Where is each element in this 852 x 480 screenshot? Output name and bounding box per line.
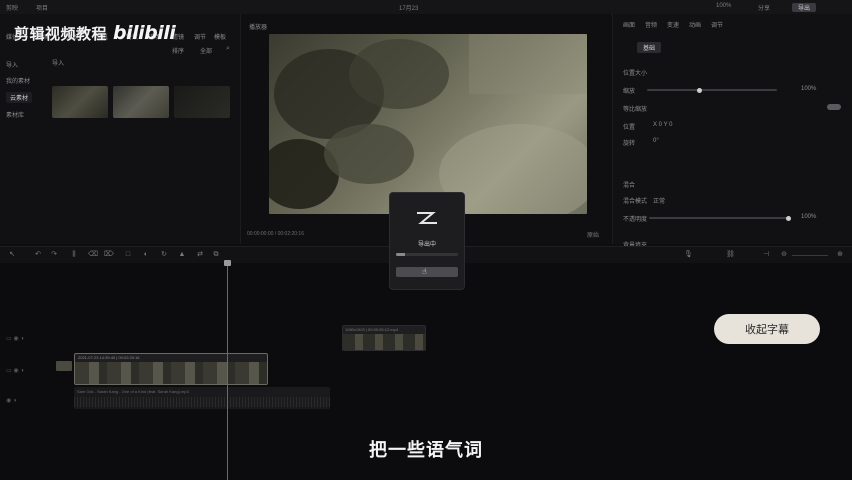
overlay-clip[interactable]: 1080x1920 | 00:00:05:12.mp4 [342, 325, 426, 351]
zoom-label[interactable]: 100% [716, 3, 731, 9]
scale-slider-knob[interactable] [697, 87, 702, 93]
crop-icon[interactable]: □ [124, 251, 132, 259]
sidebar-item-library[interactable]: 素材库 [6, 110, 24, 119]
link-icon[interactable]: ⛓ [726, 251, 735, 259]
uniform-scale-label: 等比缩放 [623, 107, 648, 113]
window-title: 17月23 [399, 6, 419, 12]
audio-clip-label: Sam Ock - Sarah Kang - One of a Kind (fe… [77, 389, 189, 394]
import-button[interactable]: 导入 [52, 58, 64, 67]
sort-button[interactable]: 排序 [172, 46, 184, 55]
track-controls-audio[interactable]: ◉ ◑ [6, 397, 17, 404]
media-thumbnail[interactable] [174, 86, 230, 118]
zoom-in-icon[interactable]: ⊕ [836, 251, 844, 259]
delete-left-icon[interactable]: ⌫ [88, 251, 98, 259]
tab-audio-props[interactable]: 音频 [645, 20, 657, 29]
blend-mode-label: 混合模式 [623, 199, 648, 205]
sidebar-item-cloud[interactable]: 云素材 [6, 92, 33, 103]
video-subtitle: 把一些语气词 [369, 440, 483, 461]
tab-adjust[interactable]: 调节 [194, 32, 206, 41]
overlay-clip-label: 1080x1920 | 00:00:05:12.mp4 [345, 327, 399, 332]
rotate-icon[interactable]: ↻ [160, 251, 168, 259]
cursor-icon: ☝ [422, 267, 427, 276]
redo-icon[interactable]: ↷ [50, 251, 58, 259]
microphone-icon[interactable]: 🎙 [684, 251, 693, 259]
collapse-subtitles-button[interactable]: 收起字幕 [714, 314, 820, 344]
tab-picture[interactable]: 画面 [623, 20, 635, 29]
audio-waveform [74, 397, 330, 407]
playhead-handle[interactable] [224, 260, 231, 266]
crop-frame-icon[interactable]: ⧉ [212, 251, 220, 259]
preview-axis-icon[interactable]: ⊣ [762, 251, 770, 259]
main-video-clip[interactable]: 2021-07-23 14:39:40 | 00:02:20:16 [74, 353, 268, 385]
rotate-label: 旋转 [623, 141, 636, 147]
media-thumbnail[interactable] [52, 86, 108, 118]
project-label[interactable]: 项目 [36, 3, 48, 12]
title-bar: 剪映 项目 17月23 100% 分享 导出 [0, 0, 852, 15]
zoom-slider[interactable] [792, 255, 828, 256]
uniform-scale-toggle[interactable] [827, 104, 841, 110]
select-tool-icon[interactable]: ↖ [8, 251, 16, 259]
mirror-icon[interactable]: ◐ [142, 251, 150, 259]
export-progress-bar [396, 253, 458, 256]
reverse-icon[interactable]: ⇄ [196, 251, 204, 259]
zoom-out-icon[interactable]: ⊖ [780, 251, 788, 259]
section-basic[interactable]: 基础 [637, 42, 662, 53]
overlay-clip-frames [343, 334, 425, 350]
rotate-value[interactable]: 0° [653, 138, 659, 144]
share-button[interactable]: 分享 [758, 3, 770, 12]
tab-template[interactable]: 模板 [214, 32, 226, 41]
media-thumbnail[interactable] [113, 86, 169, 118]
scale-slider[interactable] [647, 87, 777, 93]
capcut-logo-icon [417, 212, 437, 224]
blend-mode-select[interactable]: 正常 [653, 196, 665, 205]
media-panel: 媒体 音频 文本 贴纸 特效 转场 滤镜 调节 模板 导入 我的素材 云素材 素… [0, 14, 241, 244]
audio-clip[interactable]: Sam Ock - Sarah Kang - One of a Kind (fe… [74, 387, 330, 409]
position-label: 位置 [623, 125, 636, 131]
scale-label: 缩放 [623, 89, 636, 95]
tab-animation[interactable]: 动画 [689, 20, 701, 29]
ratio-button[interactable]: 原始 [587, 230, 599, 239]
inspector-panel: 画面 音频 变速 动画 调节 基础 位置大小 缩放 100% 等比缩放 位置 X… [612, 14, 852, 249]
menu-label[interactable]: 剪映 [6, 3, 18, 12]
track-controls-main[interactable]: ▭ ◉ ◑ [6, 367, 24, 374]
player-title: 播放器 [249, 25, 268, 31]
export-progress-fill [396, 253, 406, 256]
tab-adjust-props[interactable]: 调节 [711, 20, 723, 29]
video-preview[interactable] [269, 34, 587, 214]
cover-thumbnail[interactable] [56, 361, 72, 371]
section-blend: 混合 [623, 183, 636, 189]
watermark-text: 剪辑视频教程 [14, 24, 108, 43]
cancel-export-button[interactable]: ☝ [396, 267, 458, 277]
video-frame [269, 34, 587, 214]
opacity-slider-knob[interactable] [786, 215, 791, 221]
sidebar-item-my-media[interactable]: 我的素材 [6, 76, 30, 85]
collapse-subtitles-label: 收起字幕 [745, 324, 789, 336]
filter-all-button[interactable]: 全部 [200, 46, 212, 55]
export-button[interactable]: 导出 [792, 3, 817, 12]
export-progress-dialog: 导出中 ☝ [389, 192, 465, 290]
main-clip-frames [75, 362, 267, 384]
watermark: 剪辑视频教程 bilibili [14, 20, 176, 46]
split-icon[interactable]: ⫼ [70, 251, 78, 259]
scale-value[interactable]: 100% [801, 86, 816, 92]
bilibili-logo: bilibili [113, 22, 176, 44]
tab-speed[interactable]: 变速 [667, 20, 679, 29]
delete-right-icon[interactable]: ⌦ [104, 251, 114, 259]
sidebar-item-import[interactable]: 导入 [6, 60, 18, 69]
track-controls-overlay[interactable]: ▭ ◉ ◑ [6, 335, 24, 342]
timecode: 00:00:00:00 / 00:02:20:16 [247, 231, 304, 237]
dialog-title: 导出中 [417, 242, 436, 248]
freeze-icon[interactable]: ▲ [178, 251, 186, 259]
main-clip-label: 2021-07-23 14:39:40 | 00:02:20:16 [78, 355, 140, 360]
opacity-value[interactable]: 100% [801, 214, 816, 220]
opacity-label: 不透明度 [623, 217, 648, 223]
position-value[interactable]: X 0 Y 0 [653, 122, 672, 128]
search-icon[interactable]: ⌕ [226, 45, 230, 53]
opacity-slider[interactable] [649, 215, 791, 221]
undo-icon[interactable]: ↶ [34, 251, 42, 259]
position-size-label: 位置大小 [623, 71, 648, 77]
